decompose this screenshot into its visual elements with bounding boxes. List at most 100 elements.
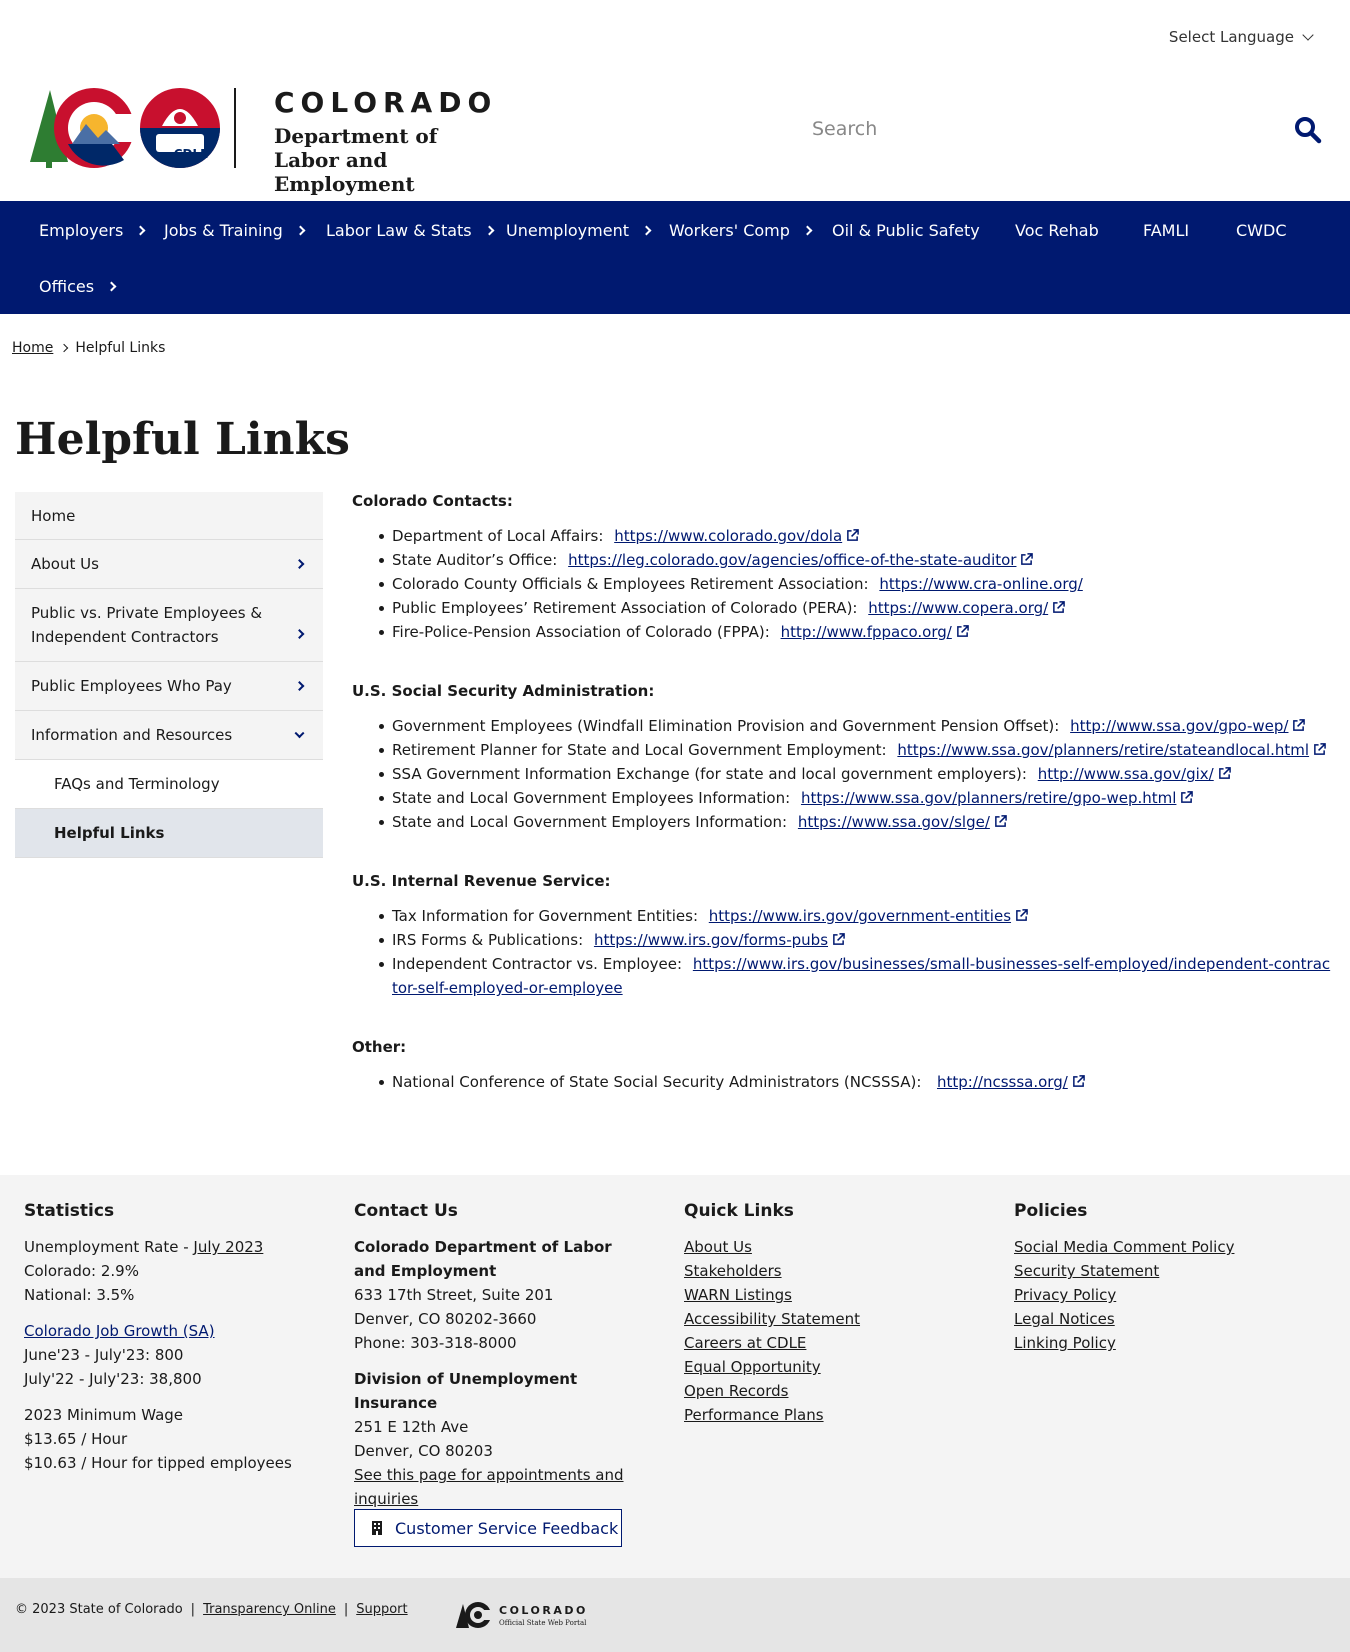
external-link[interactable]: https://www.cra-online.org/ bbox=[879, 575, 1082, 593]
nav-label: Oil & Public Safety bbox=[832, 221, 980, 240]
contact-division: Division of Unemployment Insurance 251 E… bbox=[354, 1367, 644, 1511]
nav-item-cwdc[interactable]: CWDC bbox=[1236, 221, 1286, 240]
external-link-icon bbox=[1016, 909, 1028, 921]
link-list: National Conference of State Social Secu… bbox=[352, 1070, 1332, 1094]
external-link[interactable]: https://www.ssa.gov/planners/retire/gpo-… bbox=[800, 789, 1194, 807]
list-item-text: Independent Contractor vs. Employee: bbox=[392, 955, 683, 973]
quick-link-accessibility[interactable]: Accessibility Statement bbox=[684, 1307, 974, 1331]
external-link-icon bbox=[847, 529, 859, 541]
search-bar[interactable]: Search bbox=[812, 110, 1332, 150]
sidebar-item-home[interactable]: Home bbox=[15, 492, 323, 540]
separator: | bbox=[343, 1602, 349, 1617]
chevron-right-icon[interactable] bbox=[294, 628, 305, 639]
nav-item-voc-rehab[interactable]: Voc Rehab bbox=[1015, 221, 1099, 240]
footer-heading: Policies bbox=[1014, 1201, 1088, 1221]
appointments-link[interactable]: See this page for appointments and inqui… bbox=[354, 1463, 644, 1511]
quick-link-careers[interactable]: Careers at CDLE bbox=[684, 1331, 974, 1355]
list-item: Independent Contractor vs. Employee: htt… bbox=[352, 952, 1332, 1000]
quick-link-warn-listings[interactable]: WARN Listings bbox=[684, 1283, 974, 1307]
external-link[interactable]: http://www.fppaco.org/ bbox=[781, 623, 969, 641]
external-link[interactable]: http://www.ssa.gov/gix/ bbox=[1038, 765, 1231, 783]
language-select[interactable]: Select Language bbox=[1169, 28, 1314, 46]
policy-link-linking[interactable]: Linking Policy bbox=[1014, 1331, 1314, 1355]
section-heading: U.S. Internal Revenue Service: bbox=[352, 872, 611, 890]
sidebar-item-label: Helpful Links bbox=[54, 824, 165, 842]
min-wage-hourly: $13.65 / Hour bbox=[24, 1430, 128, 1448]
external-link[interactable]: https://www.copera.org/ bbox=[868, 599, 1065, 617]
list-item-text: Department of Local Affairs: bbox=[392, 527, 604, 545]
job-growth-month: June'23 - July'23: 800 bbox=[24, 1346, 184, 1364]
external-link-url: https://www.ssa.gov/planners/retire/gpo-… bbox=[800, 789, 1177, 807]
job-growth-link[interactable]: Colorado Job Growth (SA) bbox=[24, 1319, 324, 1343]
nav-item-unemployment[interactable]: Unemployment bbox=[506, 221, 652, 240]
colorado-c-icon bbox=[456, 1602, 493, 1628]
breadcrumb-home-link[interactable]: Home bbox=[12, 340, 53, 356]
sidebar-item-about-us[interactable]: About Us bbox=[15, 540, 323, 589]
quick-link-equal-opportunity[interactable]: Equal Opportunity bbox=[684, 1355, 974, 1379]
list-item-text: State and Local Government Employers Inf… bbox=[392, 813, 788, 831]
cdle-logo[interactable]: COLORADO Department of Labor and Employm… bbox=[28, 82, 508, 196]
list-item-text: Fire-Police-Pension Association of Color… bbox=[392, 623, 770, 641]
logo-colorado-word: COLORADO bbox=[274, 86, 498, 119]
nav-item-workers-comp[interactable]: Workers' Comp bbox=[669, 221, 813, 240]
chevron-right-icon[interactable] bbox=[294, 681, 305, 691]
chevron-down-icon bbox=[1302, 28, 1314, 41]
external-link-url: http://ncsssa.org/ bbox=[937, 1073, 1068, 1091]
nav-item-employers[interactable]: Employers bbox=[39, 221, 146, 240]
job-growth-year: July'22 - July'23: 38,800 bbox=[24, 1370, 202, 1388]
division-name: Division of Unemployment Insurance bbox=[354, 1370, 578, 1412]
chevron-right-icon bbox=[295, 225, 306, 236]
external-link[interactable]: https://www.ssa.gov/slge/ bbox=[798, 813, 1007, 831]
chevron-right-icon bbox=[60, 343, 69, 353]
quick-link-open-records[interactable]: Open Records bbox=[684, 1379, 974, 1403]
policy-link-legal[interactable]: Legal Notices bbox=[1014, 1307, 1314, 1331]
quick-link-stakeholders[interactable]: Stakeholders bbox=[684, 1259, 974, 1283]
nav-item-famli[interactable]: FAMLI bbox=[1143, 221, 1189, 240]
footer-statistics: Statistics Unemployment Rate - July 2023… bbox=[24, 1199, 324, 1487]
quick-link-performance-plans[interactable]: Performance Plans bbox=[684, 1403, 974, 1427]
external-link[interactable]: https://www.irs.gov/government-entities bbox=[709, 907, 1028, 925]
external-link[interactable]: https://www.irs.gov/forms-pubs bbox=[594, 931, 845, 949]
list-item: Colorado County Officials & Employees Re… bbox=[352, 572, 1332, 596]
chevron-right-icon bbox=[135, 225, 146, 236]
external-link-icon bbox=[1314, 743, 1326, 755]
list-item-text: Public Employees’ Retirement Association… bbox=[392, 599, 858, 617]
logo-dept-line2: Labor and Employment bbox=[274, 148, 415, 196]
external-link[interactable]: http://ncsssa.org/ bbox=[937, 1073, 1085, 1091]
list-item-text: State Auditor’s Office: bbox=[392, 551, 558, 569]
sidebar-item-public-employees-who-pay[interactable]: Public Employees Who Pay bbox=[15, 662, 323, 711]
external-link[interactable]: https://leg.colorado.gov/agencies/office… bbox=[568, 551, 1034, 569]
feedback-label: Customer Service Feedback bbox=[395, 1518, 619, 1538]
nav-item-offices[interactable]: Offices bbox=[39, 277, 117, 296]
footer-quick-links: Quick Links About Us Stakeholders WARN L… bbox=[684, 1199, 974, 1427]
support-link[interactable]: Support bbox=[356, 1602, 407, 1617]
customer-service-feedback-button[interactable]: Customer Service Feedback bbox=[354, 1509, 622, 1547]
transparency-online-link[interactable]: Transparency Online bbox=[203, 1602, 336, 1617]
search-input[interactable]: Search bbox=[812, 118, 877, 140]
quick-link-about-us[interactable]: About Us bbox=[684, 1235, 974, 1259]
external-link[interactable]: https://www.ssa.gov/planners/retire/stat… bbox=[897, 741, 1326, 759]
unemployment-date-link[interactable]: July 2023 bbox=[193, 1238, 263, 1256]
logo-dept-line1: Department of bbox=[274, 124, 438, 148]
external-link[interactable]: https://www.colorado.gov/dola bbox=[614, 527, 859, 545]
external-link[interactable]: http://www.ssa.gov/gpo-wep/ bbox=[1070, 717, 1306, 735]
nav-label: FAMLI bbox=[1143, 221, 1190, 240]
list-item: National Conference of State Social Secu… bbox=[352, 1070, 1332, 1094]
policy-link-social-media[interactable]: Social Media Comment Policy bbox=[1014, 1235, 1314, 1259]
sidebar-item-label: Public Employees Who Pay bbox=[31, 677, 232, 695]
nav-item-jobs-training[interactable]: Jobs & Training bbox=[164, 221, 306, 240]
nav-item-labor-law-stats[interactable]: Labor Law & Stats bbox=[326, 221, 495, 240]
chevron-down-icon[interactable] bbox=[294, 728, 305, 739]
sidebar-item-public-vs-private[interactable]: Public vs. Private Employees & Independe… bbox=[15, 589, 323, 662]
policy-link-privacy[interactable]: Privacy Policy bbox=[1014, 1283, 1314, 1307]
sidebar-item-helpful-links[interactable]: Helpful Links bbox=[15, 809, 323, 858]
sidebar-item-faqs-terminology[interactable]: FAQs and Terminology bbox=[15, 760, 323, 809]
policy-link-security[interactable]: Security Statement bbox=[1014, 1259, 1314, 1283]
nav-item-oil-public-safety[interactable]: Oil & Public Safety bbox=[832, 221, 980, 240]
search-icon[interactable] bbox=[1294, 116, 1322, 144]
sidebar-item-information-resources[interactable]: Information and Resources bbox=[15, 711, 323, 760]
sidebar-item-label: FAQs and Terminology bbox=[54, 775, 220, 793]
colorado-portal-logo[interactable]: COLORADO Official State Web Portal bbox=[455, 1598, 595, 1632]
chevron-right-icon[interactable] bbox=[294, 559, 305, 569]
list-item: Department of Local Affairs: https://www… bbox=[352, 524, 1332, 548]
